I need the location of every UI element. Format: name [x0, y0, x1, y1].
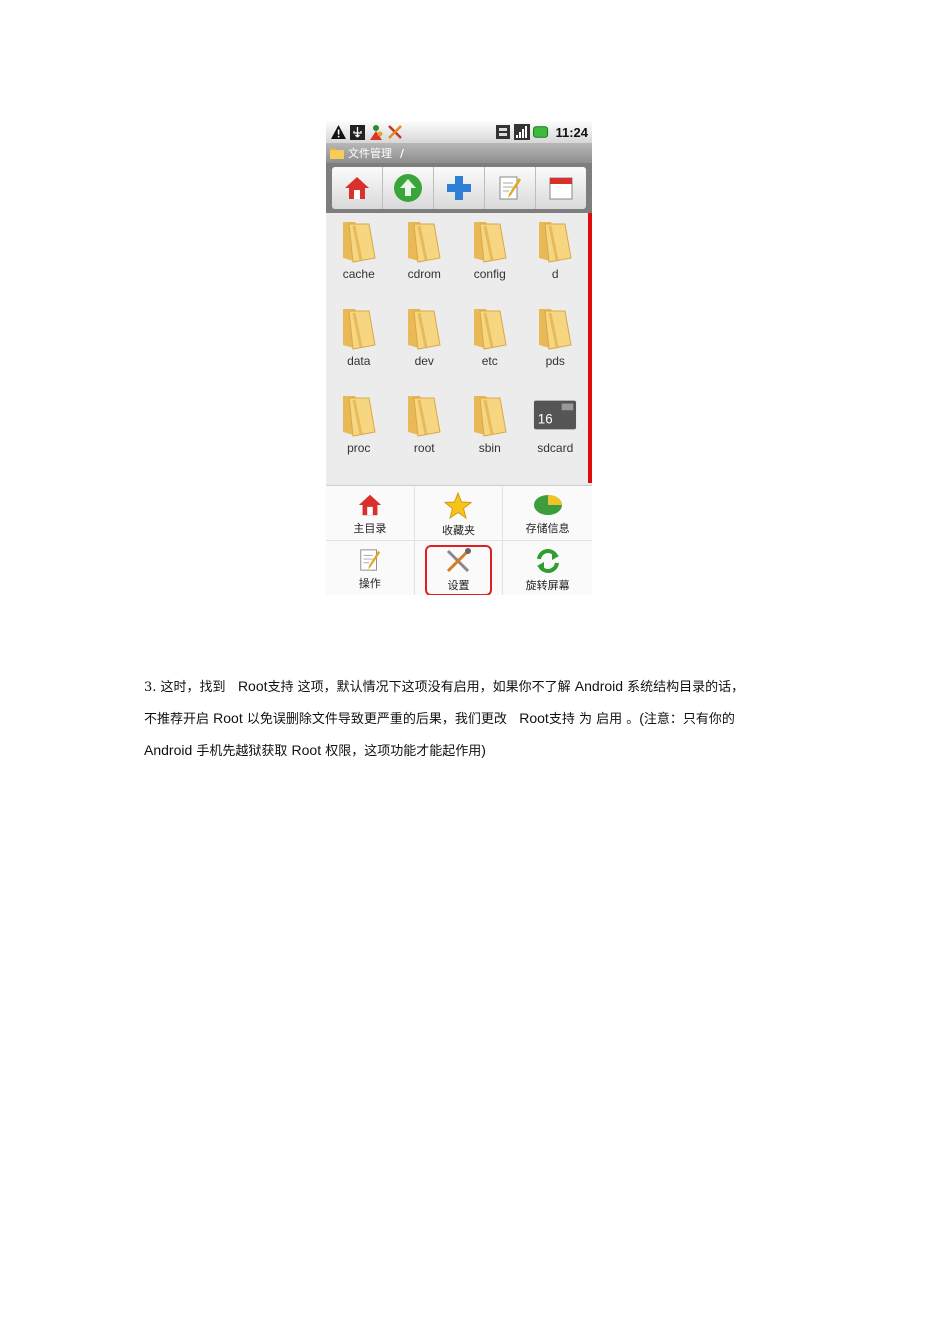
menu-item-settings[interactable]: 设置: [415, 541, 504, 595]
status-time: 11:24: [555, 124, 588, 140]
svg-text:16: 16: [538, 412, 553, 427]
folder-icon: [533, 304, 577, 352]
tools-notification-icon: [387, 124, 403, 140]
file-item[interactable]: data: [326, 304, 392, 391]
menu-item-storage-info[interactable]: 存储信息: [503, 486, 592, 541]
menu-item-operations[interactable]: 操作: [326, 541, 415, 595]
star-icon: [444, 492, 473, 520]
warning-icon: [330, 124, 346, 140]
sim-icon: [495, 124, 511, 140]
scroll-indicator[interactable]: [588, 213, 592, 483]
folder-icon: [337, 304, 381, 352]
up-button[interactable]: [383, 167, 434, 209]
folder-icon: [533, 217, 577, 265]
folder-icon: [468, 304, 512, 352]
file-item[interactable]: root: [392, 391, 458, 478]
file-item[interactable]: config: [457, 217, 523, 304]
menu-item-home[interactable]: 主目录: [326, 486, 415, 541]
home-button[interactable]: [332, 167, 383, 209]
toolbar: [332, 167, 586, 209]
instruction-paragraph: 3. 这时，找到 Root支持 这项，默认情况下这项没有启用，如果你不了解 An…: [144, 671, 824, 767]
app-notification-icon: [368, 124, 384, 140]
toolbar-container: [326, 163, 592, 213]
file-grid: cache cdrom config d data dev etc pds pr…: [326, 213, 588, 483]
folder-icon: [402, 304, 446, 352]
file-item[interactable]: cdrom: [392, 217, 458, 304]
up-icon: [394, 174, 422, 202]
edit-icon: [360, 549, 380, 571]
folder-app-icon: [330, 148, 344, 159]
file-item[interactable]: dev: [392, 304, 458, 391]
status-bar: 11:24: [326, 121, 592, 143]
file-item[interactable]: 16 sdcard: [523, 391, 589, 478]
home-icon: [345, 177, 369, 199]
settings-icon: [447, 548, 472, 573]
battery-icon: [533, 124, 549, 140]
app-title: 文件管理: [348, 147, 392, 160]
paragraph-line-1: 3. 这时，找到 Root支持 这项，默认情况下这项没有启用，如果你不了解 An…: [144, 678, 745, 695]
calendar-icon: [549, 177, 573, 200]
folder-icon: [337, 391, 381, 439]
edit-icon: [499, 176, 521, 200]
folder-icon: [337, 217, 381, 265]
current-path: /: [400, 146, 405, 160]
folder-icon: [402, 391, 446, 439]
paragraph-line-3: Android 手机先越狱获取 Root 权限，这项功能才能起作用): [144, 742, 486, 759]
add-icon: [447, 176, 471, 200]
edit-button[interactable]: [485, 167, 536, 209]
options-menu: 主目录 收藏夹 存储信息 操作 设置 旋转屏幕: [326, 485, 592, 595]
paragraph-line-2: 不推荐开启 Root 以免误删除文件导致更严重的后果，我们更改 Root支持 为…: [144, 710, 735, 727]
add-button[interactable]: [434, 167, 485, 209]
file-item[interactable]: etc: [457, 304, 523, 391]
signal-icon: [514, 124, 531, 140]
file-item[interactable]: proc: [326, 391, 392, 478]
sdcard-icon: 16: [533, 391, 577, 439]
folder-icon: [402, 217, 446, 265]
calendar-button[interactable]: [536, 167, 586, 209]
storage-icon: [533, 495, 562, 515]
file-item[interactable]: sbin: [457, 391, 523, 478]
usb-icon: [349, 124, 365, 140]
title-bar: 文件管理 /: [326, 143, 592, 163]
home-icon: [358, 494, 381, 516]
phone-screenshot: 11:24 文件管理 / cache cdrom config d data d…: [326, 121, 592, 595]
file-item[interactable]: cache: [326, 217, 392, 304]
folder-icon: [468, 217, 512, 265]
rotate-icon: [536, 549, 559, 573]
file-item[interactable]: d: [523, 217, 589, 304]
menu-item-rotate-screen[interactable]: 旋转屏幕: [503, 541, 592, 595]
file-item[interactable]: pds: [523, 304, 589, 391]
menu-item-favorites[interactable]: 收藏夹: [414, 486, 504, 541]
folder-icon: [468, 391, 512, 439]
